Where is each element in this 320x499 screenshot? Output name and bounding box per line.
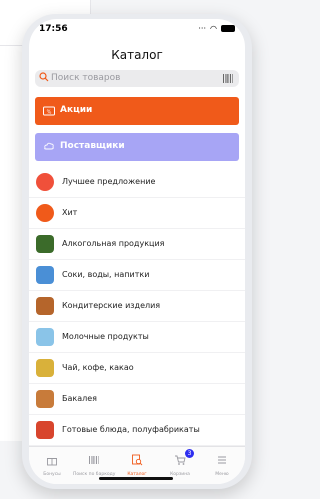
status-icons: ··· ◠ [198,24,235,33]
menu-icon [218,456,226,464]
ready-meal-icon [36,421,54,439]
barcode-icon[interactable] [223,74,233,83]
juice-icon [36,266,54,284]
tab-label: Бонусы [43,472,61,477]
suppliers-banner[interactable]: Поставщики [35,133,239,161]
tab-catalog[interactable]: Каталог [116,451,158,477]
milk-icon [36,328,54,346]
category-item-tea-coffee[interactable]: Чай, кофе, какао [29,353,245,384]
tab-barcode-search[interactable]: Поиск по баркоду [73,451,115,477]
promotions-label: Акции [60,105,93,115]
page-title: Каталог [111,48,163,62]
status-time: 17:56 [39,24,68,34]
category-item-confectionery[interactable]: Кондитерские изделия [29,291,245,322]
catalog-search-icon [132,454,143,466]
grocery-icon [36,390,54,408]
percent-icon [36,173,54,191]
category-item-ready-meals[interactable]: Готовые блюда, полуфабрикаты [29,415,245,446]
battery-icon [221,25,235,32]
dots-icon: ··· [198,24,207,33]
category-item-grocery[interactable]: Бакалея [29,384,245,415]
wifi-icon: ◠ [210,24,217,33]
truck-icon [44,142,54,150]
tab-cart[interactable]: 3 Корзина [159,449,201,477]
category-label: Хит [62,208,78,217]
app-screen: 17:56 ··· ◠ Каталог Поиск товаров % Акци… [29,19,245,484]
category-item-dairy[interactable]: Молочные продукты [29,322,245,353]
category-label: Лучшее предложение [62,177,156,186]
category-label: Кондитерские изделия [62,301,161,310]
svg-text:%: % [47,110,52,116]
category-item-hit[interactable]: Хит [29,198,245,229]
category-label: Алкогольная продукция [62,239,165,248]
category-label: Соки, воды, напитки [62,270,150,279]
suppliers-label: Поставщики [60,141,125,151]
tab-menu[interactable]: Меню [201,451,243,477]
search-placeholder: Поиск товаров [51,73,121,83]
promotions-banner[interactable]: % Акции [35,97,239,125]
barcode-icon [89,456,99,464]
search-icon [39,72,49,82]
tab-bonuses[interactable]: Бонусы [31,451,73,477]
tab-label: Меню [215,472,229,477]
category-label: Бакалея [62,394,97,403]
gift-icon [47,458,57,466]
status-bar: 17:56 ··· ◠ [29,19,245,41]
category-item-best-offer[interactable]: Лучшее предложение [29,167,245,198]
category-item-drinks[interactable]: Соки, воды, напитки [29,260,245,291]
category-list: Лучшее предложение Хит Алкогольная проду… [29,167,245,446]
hit-badge-icon [36,204,54,222]
home-indicator [99,477,173,480]
sale-tag-icon: % [43,106,55,116]
search-input[interactable]: Поиск товаров [35,70,239,87]
tea-icon [36,359,54,377]
category-label: Чай, кофе, какао [62,363,134,372]
cart-icon [175,455,186,465]
tab-bar: Бонусы Поиск по баркоду Каталог 3 Корзин… [29,446,245,484]
category-item-alcohol[interactable]: Алкогольная продукция [29,229,245,260]
background-panel-left [0,46,23,441]
category-label: Готовые блюда, полуфабрикаты [62,425,200,434]
cart-badge: 3 [185,449,194,458]
cake-icon [36,297,54,315]
bottles-icon [36,235,54,253]
category-label: Молочные продукты [62,332,149,341]
